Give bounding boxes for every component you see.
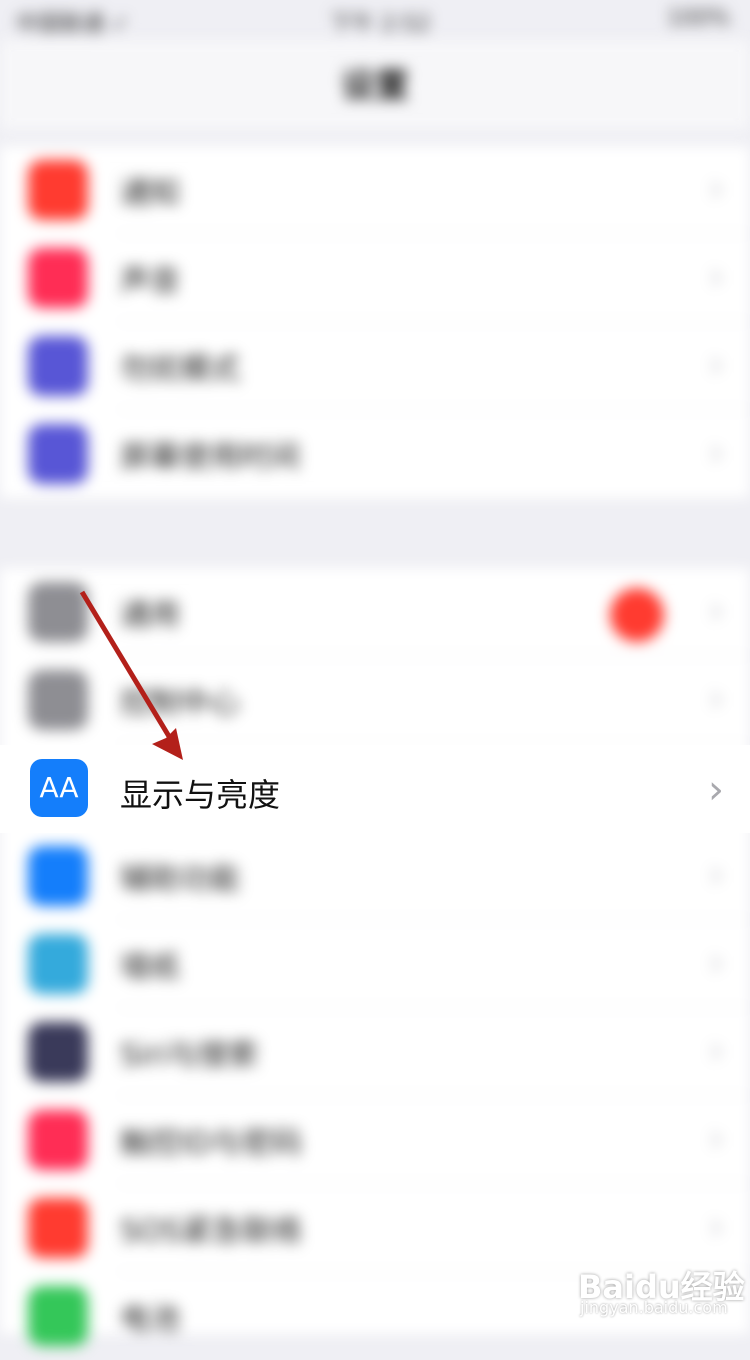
row-label: 触控ID与密码 xyxy=(120,1126,302,1161)
settings-row-siri[interactable]: Siri与搜索 › xyxy=(0,1008,750,1096)
row-label: 墙纸 xyxy=(120,950,180,985)
settings-row-wallpaper[interactable]: 墙纸 › xyxy=(0,920,750,1008)
hourglass-icon xyxy=(28,424,88,484)
settings-row-sounds[interactable]: 声音 › xyxy=(0,234,750,322)
nav-bar: 设置 xyxy=(0,40,750,130)
settings-group-1: 通知 › 声音 › 勿扰模式 › 屏幕使用时间 › xyxy=(0,146,750,498)
chevron-right-icon: › xyxy=(708,1204,724,1248)
chevron-right-icon: › xyxy=(708,940,724,984)
row-label: 勿扰模式 xyxy=(120,352,240,387)
chevron-right-icon: › xyxy=(708,342,724,386)
row-label: 显示与亮度 xyxy=(120,776,281,814)
settings-row-display-brightness[interactable]: AA 显示与亮度 › xyxy=(0,745,750,833)
row-label: 控制中心 xyxy=(120,686,240,721)
carrier-label: 中国联通 ✓ xyxy=(16,12,130,37)
accessibility-icon xyxy=(28,846,88,906)
moon-icon xyxy=(28,336,88,396)
chevron-right-icon: › xyxy=(708,430,724,474)
sounds-icon xyxy=(28,248,88,308)
sos-icon xyxy=(28,1198,88,1258)
row-label: 屏幕使用时间 xyxy=(120,440,300,475)
chevron-right-icon: › xyxy=(708,767,724,813)
chevron-right-icon: › xyxy=(708,166,724,210)
settings-row-touch-id[interactable]: 触控ID与密码 › xyxy=(0,1096,750,1184)
row-label: SOS紧急联络 xyxy=(120,1214,302,1249)
chevron-right-icon: › xyxy=(708,1116,724,1160)
wallpaper-icon xyxy=(28,934,88,994)
row-label: 声音 xyxy=(120,264,180,299)
time-label: 下午 2:52 xyxy=(330,12,431,37)
battery-icon xyxy=(28,1286,88,1346)
chevron-right-icon: › xyxy=(708,588,724,632)
display-aa-icon: AA xyxy=(30,759,88,817)
row-label: 通知 xyxy=(120,176,180,211)
fingerprint-icon xyxy=(28,1110,88,1170)
row-label: Siri与搜索 xyxy=(120,1038,259,1073)
chevron-right-icon: › xyxy=(708,254,724,298)
settings-row-do-not-disturb[interactable]: 勿扰模式 › xyxy=(0,322,750,410)
status-bar: 中国联通 ✓ 下午 2:52 100% xyxy=(0,0,750,40)
settings-group-2: 通用 › 控制中心 › 辅助功能 › 墙纸 › Siri与搜索 › 触控ID与密… xyxy=(0,568,750,1346)
gear-icon xyxy=(28,582,88,642)
chevron-right-icon: › xyxy=(708,852,724,896)
notification-badge xyxy=(610,588,664,642)
settings-row-notifications[interactable]: 通知 › xyxy=(0,146,750,234)
settings-row-sos[interactable]: SOS紧急联络 › xyxy=(0,1184,750,1272)
switches-icon xyxy=(28,670,88,730)
page-title: 设置 xyxy=(341,66,409,106)
settings-row-accessibility[interactable]: 辅助功能 › xyxy=(0,832,750,920)
settings-row-control-center[interactable]: 控制中心 › xyxy=(0,656,750,744)
row-label: 辅助功能 xyxy=(120,862,240,897)
siri-icon xyxy=(28,1022,88,1082)
notifications-icon xyxy=(28,160,88,220)
battery-label: 100% xyxy=(667,6,730,31)
chevron-right-icon: › xyxy=(708,1028,724,1072)
settings-row-screen-time[interactable]: 屏幕使用时间 › xyxy=(0,410,750,498)
row-label: 电池 xyxy=(120,1302,180,1337)
watermark-url: jingyan.baidu.com xyxy=(580,1298,728,1317)
row-label: 通用 xyxy=(120,598,180,633)
chevron-right-icon: › xyxy=(708,676,724,720)
